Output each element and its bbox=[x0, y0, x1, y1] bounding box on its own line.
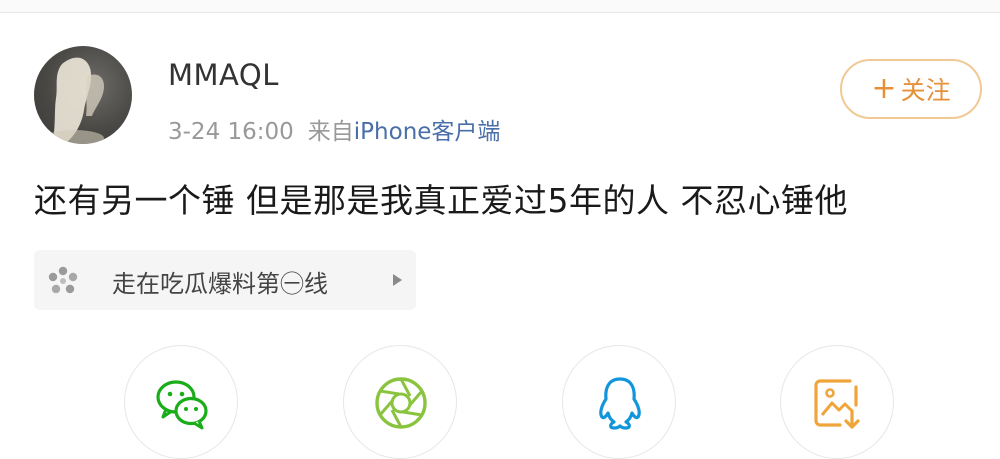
moments-aperture-icon bbox=[375, 377, 427, 429]
avatar-image bbox=[44, 57, 104, 144]
qq-icon bbox=[599, 377, 641, 430]
share-wechat-button[interactable] bbox=[124, 345, 238, 459]
post-meta: 3-24 16:00 来自iPhone客户端 bbox=[168, 112, 500, 146]
topic-label: 走在吃瓜爆料第㊀线 bbox=[112, 270, 328, 298]
topic-chip[interactable]: 走在吃瓜爆料第㊀线 bbox=[34, 250, 416, 310]
top-divider bbox=[0, 0, 1000, 13]
source-prefix: 来自 bbox=[307, 119, 354, 145]
post-date: 3-24 16:00 bbox=[168, 119, 294, 145]
share-qq-button[interactable] bbox=[562, 345, 676, 459]
share-save-image-button[interactable] bbox=[780, 345, 894, 459]
follow-label: 关注 bbox=[900, 76, 951, 105]
save-image-icon bbox=[814, 379, 860, 429]
post-text: 还有另一个锤 但是那是我真正爱过5年的人 不忍心锤他 bbox=[34, 181, 848, 220]
wechat-icon bbox=[156, 380, 208, 430]
topic-flower-icon bbox=[48, 266, 78, 294]
plus-icon: + bbox=[871, 71, 897, 106]
follow-button[interactable]: + 关注 bbox=[840, 59, 982, 119]
username[interactable]: MMAQL bbox=[168, 58, 279, 92]
share-moments-button[interactable] bbox=[343, 345, 457, 459]
play-right-icon bbox=[393, 274, 402, 286]
avatar[interactable] bbox=[34, 46, 132, 144]
source-link[interactable]: iPhone客户端 bbox=[354, 119, 501, 145]
